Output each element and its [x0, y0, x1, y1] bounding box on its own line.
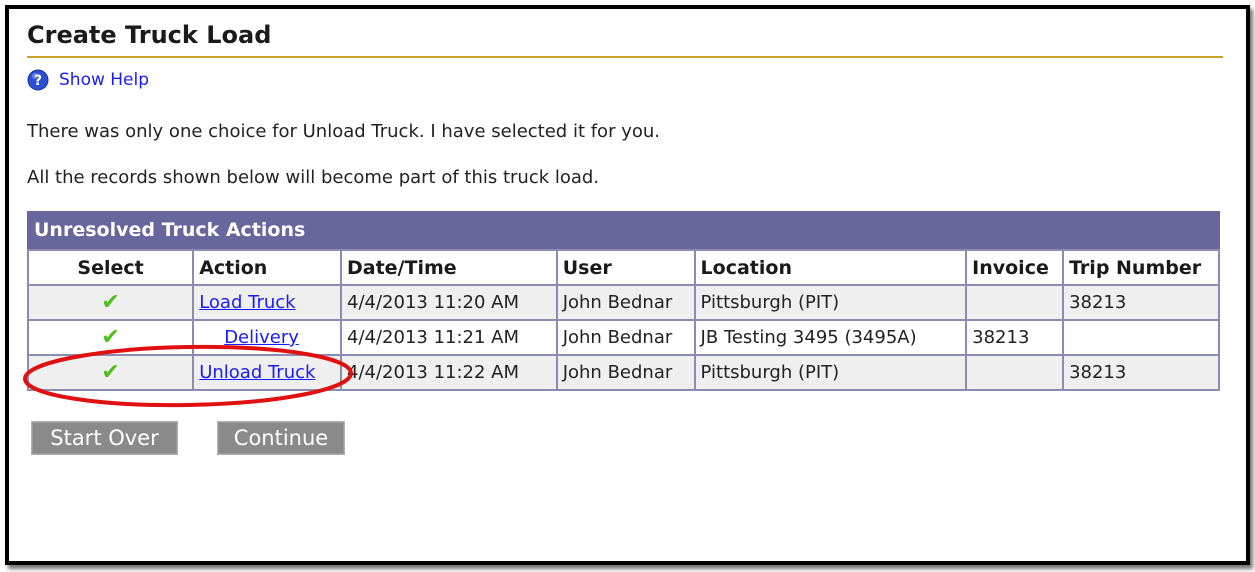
help-row: ? Show Help — [27, 69, 149, 91]
show-help-link[interactable]: Show Help — [59, 70, 149, 90]
check-mark-icon[interactable]: ✔ — [101, 360, 119, 385]
user-cell: John Bednar — [555, 284, 696, 321]
action-link-load-truck[interactable]: Load Truck — [199, 292, 295, 313]
trip-number-cell: 38213 — [1062, 354, 1220, 391]
col-header-user: User — [555, 249, 696, 286]
selection-message: There was only one choice for Unload Tru… — [27, 121, 660, 142]
action-cell: Unload Truck — [192, 354, 342, 391]
invoice-cell: 38213 — [965, 319, 1065, 356]
datetime-cell: 4/4/2013 11:21 AM — [340, 319, 558, 356]
col-header-select: Select — [26, 249, 195, 286]
action-cell: Delivery — [192, 319, 342, 356]
table-row: ✔ Delivery 4/4/2013 11:21 AM John Bednar… — [26, 319, 1220, 356]
col-header-location: Location — [693, 249, 968, 286]
start-over-button[interactable]: Start Over — [31, 421, 178, 455]
records-message: All the records shown below will become … — [27, 167, 600, 188]
page-title: Create Truck Load — [27, 21, 272, 49]
location-cell: Pittsburgh (PIT) — [693, 354, 968, 391]
datetime-cell: 4/4/2013 11:20 AM — [340, 284, 558, 321]
select-cell[interactable]: ✔ — [26, 354, 195, 391]
check-mark-icon[interactable]: ✔ — [101, 290, 119, 315]
unresolved-actions-table: Unresolved Truck Actions Select Action D… — [26, 211, 1220, 391]
col-header-action: Action — [192, 249, 342, 286]
select-cell[interactable]: ✔ — [26, 319, 195, 356]
col-header-trip-number: Trip Number — [1062, 249, 1220, 286]
help-icon[interactable]: ? — [27, 69, 49, 91]
table-caption: Unresolved Truck Actions — [27, 211, 1220, 249]
svg-text:?: ? — [34, 73, 42, 89]
table-header-row: Select Action Date/Time User Location In… — [26, 249, 1220, 286]
select-cell[interactable]: ✔ — [26, 284, 195, 321]
invoice-cell — [965, 354, 1065, 391]
action-link-unload-truck[interactable]: Unload Truck — [199, 362, 315, 383]
user-cell: John Bednar — [555, 354, 696, 391]
screenshot-frame: Create Truck Load ? Show Help There was … — [5, 5, 1250, 565]
table-row: ✔ Unload Truck 4/4/2013 11:22 AM John Be… — [26, 354, 1220, 391]
col-header-datetime: Date/Time — [340, 249, 558, 286]
location-cell: JB Testing 3495 (3495A) — [693, 319, 968, 356]
trip-number-cell — [1062, 319, 1220, 356]
continue-button[interactable]: Continue — [217, 421, 345, 455]
title-divider — [27, 56, 1223, 58]
col-header-invoice: Invoice — [965, 249, 1065, 286]
table-row: ✔ Load Truck 4/4/2013 11:20 AM John Bedn… — [26, 284, 1220, 321]
check-mark-icon[interactable]: ✔ — [101, 325, 119, 350]
user-cell: John Bednar — [555, 319, 696, 356]
action-link-delivery[interactable]: Delivery — [224, 327, 299, 348]
location-cell: Pittsburgh (PIT) — [693, 284, 968, 321]
datetime-cell: 4/4/2013 11:22 AM — [340, 354, 558, 391]
invoice-cell — [965, 284, 1065, 321]
trip-number-cell: 38213 — [1062, 284, 1220, 321]
action-cell: Load Truck — [192, 284, 342, 321]
